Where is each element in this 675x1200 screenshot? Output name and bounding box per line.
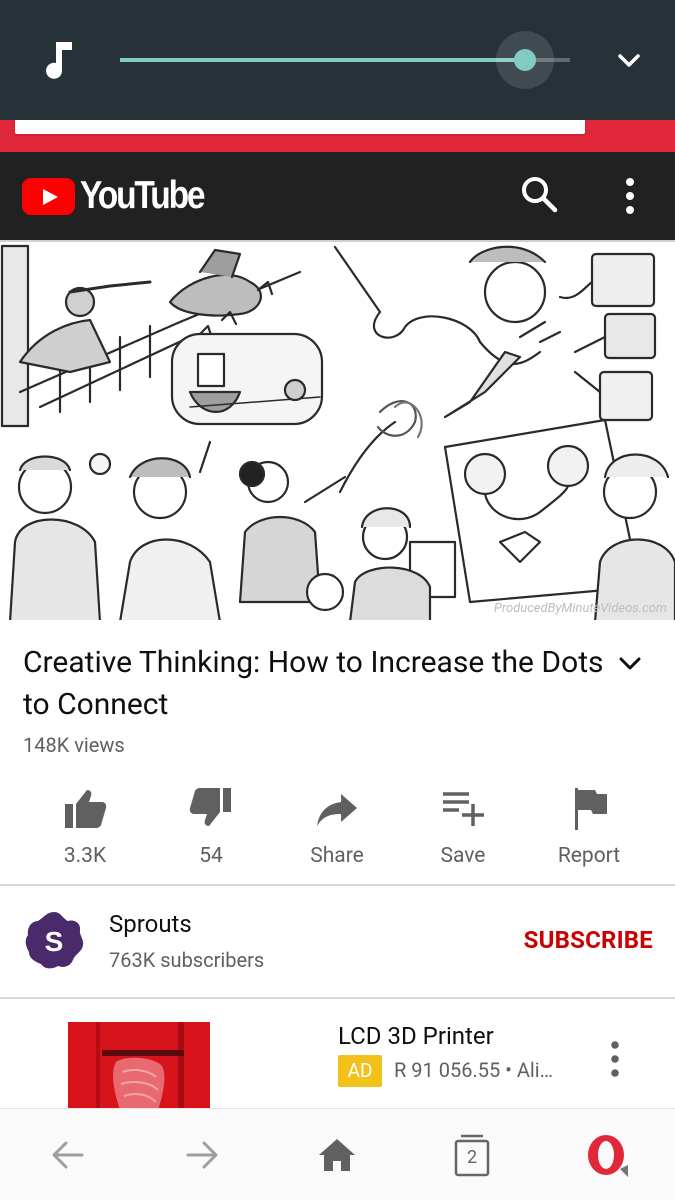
printer-image: [68, 1022, 210, 1110]
flag-icon: [575, 788, 607, 830]
address-bar[interactable]: [15, 120, 585, 134]
youtube-header: YouTube: [0, 152, 675, 240]
avatar-letter: S: [45, 926, 64, 957]
video-thumbnail[interactable]: ProducedByMinuteVideos.com: [0, 240, 675, 620]
view-count: 148K views: [23, 733, 125, 757]
more-vert-icon[interactable]: [612, 176, 648, 216]
thumbnail-illustration: [0, 244, 675, 620]
thumbnail-watermark: ProducedByMinuteVideos.com: [493, 601, 667, 616]
volume-fill: [120, 58, 525, 62]
video-title[interactable]: Creative Thinking: How to Increase the D…: [23, 642, 613, 726]
ad-title[interactable]: LCD 3D Printer: [338, 1022, 494, 1050]
channel-avatar[interactable]: S: [23, 910, 85, 972]
youtube-wordmark: YouTube: [80, 174, 206, 217]
share-label: Share: [310, 844, 364, 868]
browser-bottom-nav: 2: [0, 1108, 675, 1200]
back-icon[interactable]: [46, 1133, 90, 1177]
divider: [0, 884, 675, 886]
like-count: 3.3K: [63, 844, 107, 868]
share-button[interactable]: Share: [274, 780, 400, 870]
like-button[interactable]: 3.3K: [22, 780, 148, 870]
dislike-count: 54: [199, 844, 223, 868]
ad-badge: AD: [338, 1055, 382, 1087]
tab-count: 2: [466, 1147, 478, 1168]
report-button[interactable]: Report: [526, 780, 652, 870]
subscribe-button[interactable]: SUBSCRIBE: [524, 926, 653, 954]
chevron-down-icon[interactable]: [612, 46, 646, 76]
browser-address-strip: [0, 120, 675, 152]
forward-icon[interactable]: [180, 1133, 224, 1177]
youtube-logo[interactable]: YouTube: [22, 174, 224, 217]
playlist-add-icon: [443, 792, 484, 826]
music-note-icon: [46, 42, 72, 79]
youtube-play-logo-icon: [22, 177, 75, 215]
share-icon: [317, 794, 357, 826]
chevron-down-icon[interactable]: [614, 648, 646, 680]
more-vert-icon[interactable]: [600, 1040, 630, 1078]
thumb-down-icon: [189, 788, 231, 826]
dislike-button[interactable]: 54: [148, 780, 274, 870]
ad-image[interactable]: [68, 1022, 210, 1110]
divider: [0, 997, 675, 999]
save-button[interactable]: Save: [400, 780, 526, 870]
ad-price: R 91 056.55 • Ali…: [394, 1058, 554, 1082]
home-icon[interactable]: [315, 1133, 359, 1177]
thumb-up-icon: [65, 790, 107, 828]
subscriber-count: 763K subscribers: [109, 948, 265, 972]
media-volume-bar: [0, 0, 675, 120]
tabs-button[interactable]: 2: [450, 1133, 494, 1177]
opera-icon[interactable]: [584, 1133, 628, 1177]
volume-thumb[interactable]: [514, 49, 536, 71]
save-label: Save: [440, 844, 486, 868]
report-label: Report: [557, 844, 621, 868]
search-icon[interactable]: [519, 174, 559, 214]
channel-name[interactable]: Sprouts: [109, 910, 192, 938]
